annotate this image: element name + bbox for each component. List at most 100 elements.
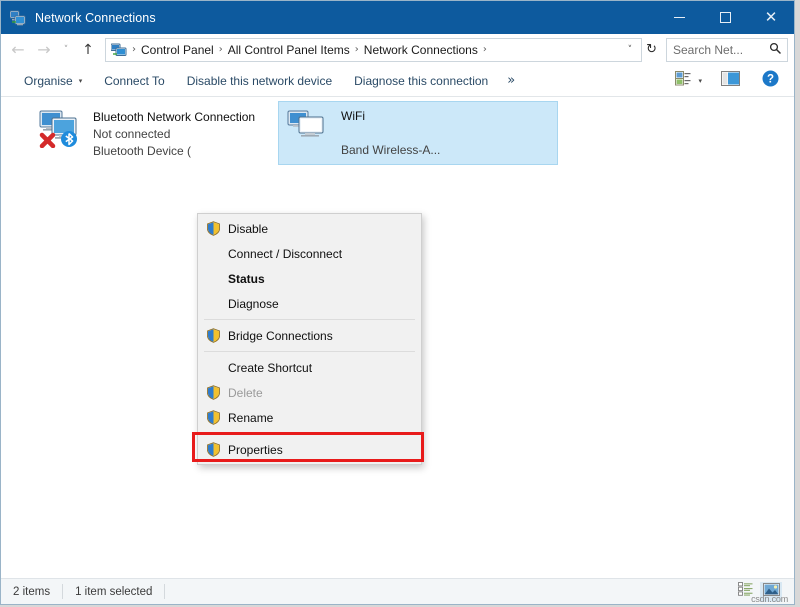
preview-pane-icon [721,71,740,91]
toolbar-connect-to-label: Connect To [104,74,165,88]
breadcrumb-all-control-panel-items[interactable]: All Control Panel Items [225,43,353,57]
item-count-label: 2 items [13,586,50,598]
search-box[interactable]: Search Net... [666,38,788,62]
command-toolbar: Organise ▾ Connect To Disable this netwo… [1,65,794,97]
network-adapter-disconnected-icon [37,108,85,148]
context-menu-separator [204,433,415,434]
breadcrumb-separator: › [353,44,361,55]
context-menu-item-diagnose[interactable]: Diagnose [198,291,421,316]
toolbar-diagnose-connection-button[interactable]: Diagnose this connection [343,69,499,93]
shield-icon [202,408,224,428]
context-menu-label: Create Shortcut [228,361,312,375]
close-button[interactable]: ✕ [748,1,794,34]
no-icon [202,358,224,378]
title-bar: Network Connections ✕ [1,1,794,34]
shield-icon [202,440,224,460]
connection-device: Bluetooth Device ( [93,143,255,160]
list-item-text: Bluetooth Network Connection Not connect… [93,107,255,160]
breadcrumb-separator: › [217,44,225,55]
view-options-chevron-down-icon[interactable]: ▾ [698,77,702,85]
wireless-adapter-icon [285,107,333,147]
context-menu-item-connect-disconnect[interactable]: Connect / Disconnect [198,241,421,266]
forward-button[interactable]: → [31,37,57,63]
list-item-text: WiFi Band Wireless-A... [341,106,440,159]
context-menu-label: Diagnose [228,297,279,311]
up-button[interactable]: ↑ [75,37,101,63]
svg-text:?: ? [767,73,774,85]
connections-list: Bluetooth Network Connection Not connect… [1,97,794,578]
preview-pane-button[interactable] [716,68,745,94]
context-menu-label: Bridge Connections [228,329,333,343]
context-menu-item-status[interactable]: Status [198,266,421,291]
address-folder-icon [111,42,127,58]
properties-highlight-box [192,432,424,462]
context-menu-label: Status [228,272,265,286]
status-divider [62,584,63,599]
context-menu-item-rename[interactable]: Rename [198,405,421,430]
search-input[interactable]: Search Net... [673,43,769,57]
toolbar-connect-to-button[interactable]: Connect To [93,69,176,93]
shield-icon [202,326,224,346]
maximize-button[interactable] [702,1,748,34]
context-menu-item-disable[interactable]: Disable [198,216,421,241]
connection-name: WiFi [341,108,440,125]
shield-icon [202,219,224,239]
view-options-button[interactable] [670,68,696,94]
search-icon [769,41,781,59]
window-controls: ✕ [656,1,794,34]
help-icon: ? [762,70,779,92]
toolbar-diagnose-connection-label: Diagnose this connection [354,74,488,88]
connection-device: Band Wireless-A... [341,142,440,159]
no-icon [202,294,224,314]
context-menu: Disable Connect / Disconnect Status Diag… [197,213,422,465]
context-menu-label: Connect / Disconnect [228,247,342,261]
close-icon: ✕ [765,10,778,25]
breadcrumb-control-panel[interactable]: Control Panel [138,43,217,57]
toolbar-organise-label: Organise [24,74,73,88]
toolbar-overflow-button[interactable]: » [499,69,523,92]
address-bar[interactable]: › Control Panel › All Control Panel Item… [105,38,642,62]
context-menu-item-properties[interactable]: Properties [198,437,421,462]
maximize-icon [720,12,731,23]
chevron-down-icon: ▾ [79,77,83,85]
toolbar-organise-button[interactable]: Organise ▾ [13,69,93,93]
selection-count-label: 1 item selected [75,586,152,598]
connection-status: Not connected [93,126,255,143]
list-item-bluetooth-network-connection[interactable]: Bluetooth Network Connection Not connect… [31,103,271,166]
list-item-wifi[interactable]: WiFi Band Wireless-A... [278,101,558,165]
back-button[interactable]: ← [5,37,31,63]
window-title: Network Connections [35,11,156,25]
address-dropdown-icon[interactable]: ˅ [624,45,639,55]
breadcrumb-separator: › [130,44,138,55]
screenshot-root: Network Connections ✕ ← → ˅ ↑ [0,0,800,607]
context-menu-label: Disable [228,222,268,236]
context-menu-item-bridge-connections[interactable]: Bridge Connections [198,323,421,348]
shield-icon [202,383,224,403]
context-menu-separator [204,351,415,352]
context-menu-separator [204,319,415,320]
minimize-button[interactable] [656,1,702,34]
watermark-label: csdn.com [751,594,788,604]
context-menu-label: Rename [228,411,273,425]
context-menu-item-create-shortcut[interactable]: Create Shortcut [198,355,421,380]
context-menu-label: Delete [228,386,263,400]
context-menu-item-delete: Delete [198,380,421,405]
breadcrumb-network-connections[interactable]: Network Connections [361,43,481,57]
status-divider [164,584,165,599]
network-connections-icon [10,10,26,26]
view-options-icon [675,71,691,91]
toolbar-disable-device-label: Disable this network device [187,74,332,88]
network-connections-window: Network Connections ✕ ← → ˅ ↑ [0,0,795,605]
connection-name: Bluetooth Network Connection [93,109,255,126]
navigation-bar: ← → ˅ ↑ › Control Panel › All Control [1,34,794,65]
context-menu-label: Properties [228,443,283,457]
toolbar-right-group: ▾ ? [670,68,794,94]
refresh-button[interactable]: ↻ [642,42,661,57]
no-icon [202,269,224,289]
breadcrumb-separator: › [481,44,489,55]
connection-status [341,125,440,142]
no-icon [202,244,224,264]
toolbar-disable-device-button[interactable]: Disable this network device [176,69,343,93]
history-dropdown-button[interactable]: ˅ [57,37,75,63]
help-button[interactable]: ? [757,68,784,94]
